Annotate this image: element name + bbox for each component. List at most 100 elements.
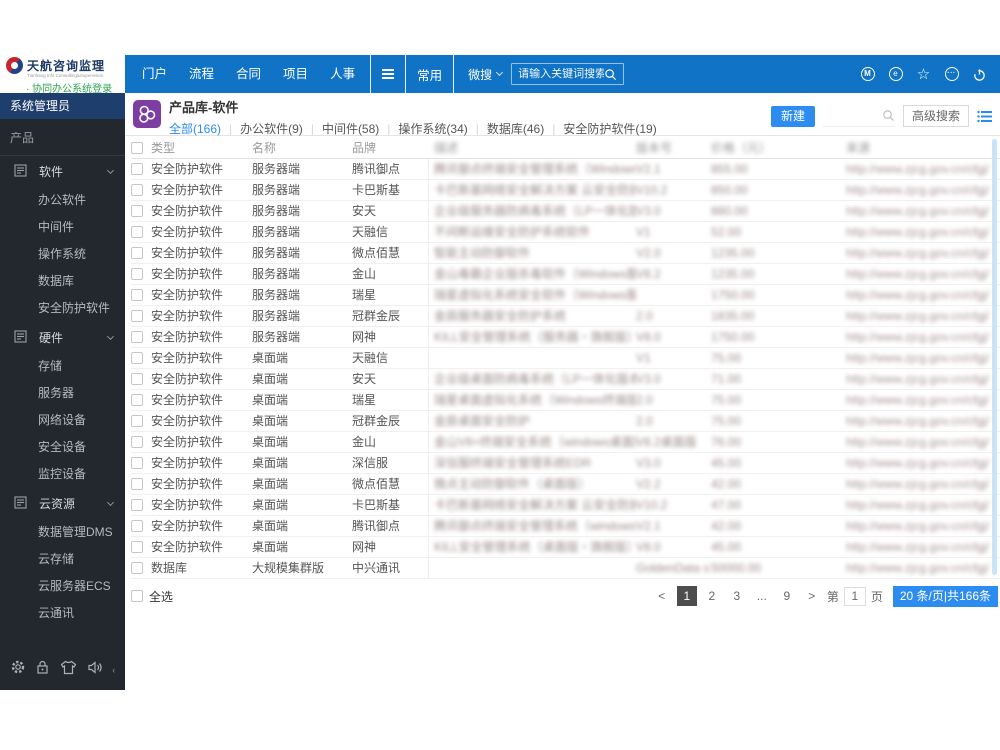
row-checkbox[interactable] (131, 268, 143, 281)
row-checkbox[interactable] (131, 394, 143, 407)
favorite-star-icon[interactable]: ☆ (916, 67, 931, 82)
tab-办公软件(9)[interactable]: 办公软件(9) (240, 120, 303, 137)
tab-全部(166)[interactable]: 全部(166) (169, 120, 221, 137)
row-checkbox[interactable] (131, 289, 143, 302)
table-row[interactable]: 安全防护软件 服务器端 腾讯御点腾讯御点终端安全管理系统（Windows版）V2.1… (131, 158, 1000, 180)
row-checkbox[interactable] (131, 310, 143, 323)
page-size-badge[interactable]: 20 条/页|共166条 (892, 585, 998, 607)
next-page-button[interactable]: > (802, 586, 822, 606)
table-row[interactable]: 安全防护软件 服务器端 金山金山毒霸企业版杀毒软件（Windows服务器版本）V8.… (131, 263, 1000, 285)
table-row[interactable]: 安全防护软件 桌面端 腾讯御点腾讯御点终端安全管理系统（windows版）/ V2.… (131, 515, 1000, 537)
sidebar-item-监控设备[interactable]: 监控设备 (0, 461, 125, 488)
nav-item-项目[interactable]: 项目 (272, 55, 319, 93)
sidebar-group-云资源[interactable]: 云资源 (0, 488, 125, 519)
prev-page-button[interactable]: < (652, 586, 672, 606)
page-button-1[interactable]: 1 (676, 586, 697, 606)
table-scrollbar[interactable] (992, 139, 997, 575)
message-icon[interactable]: e (888, 67, 903, 82)
row-checkbox[interactable] (131, 331, 143, 344)
more-icon[interactable]: ··· (944, 67, 959, 82)
nav-item-流程[interactable]: 流程 (178, 55, 225, 93)
theme-shirt-icon[interactable] (60, 660, 77, 680)
table-row[interactable]: 安全防护软件 桌面端 卡巴斯基卡巴斯基网络安全解决方案 云安全防护（标准版・4万…V… (131, 494, 1000, 516)
table-row[interactable]: 数据库 大规模集群版 中兴通讯 GoldenData s…50000.00 http:/… (131, 557, 1000, 579)
jump-page-input[interactable]: 1 (843, 586, 866, 606)
table-row[interactable]: 安全防护软件 桌面端 微点佰慧 微点主动防御软件（桌面版） V2.2 42.00 http:… (131, 473, 1000, 495)
table-row[interactable]: 安全防护软件 服务器端 卡巴斯基卡巴斯基网络安全解决方案 云安全防护（标准版 5万…… (131, 179, 1000, 201)
lock-icon[interactable] (35, 659, 50, 680)
m-badge-icon[interactable]: M (860, 67, 875, 82)
table-search-box[interactable] (822, 105, 895, 127)
search-icon[interactable] (882, 109, 895, 122)
header-checkbox[interactable] (131, 142, 143, 155)
table-row[interactable]: 安全防护软件 桌面端 深信服 深信服终端安全管理系统EDR V3.0 45.00 http:… (131, 452, 1000, 474)
power-icon[interactable] (972, 67, 987, 82)
tab-中间件(58)[interactable]: 中间件(58) (322, 120, 379, 137)
table-row[interactable]: 安全防护软件 桌面端 金山金山V8+终端安全系统（windows桌面版）/ V2.1… (131, 431, 1000, 453)
row-checkbox[interactable] (131, 373, 143, 386)
row-checkbox[interactable] (131, 163, 143, 176)
advanced-search-button[interactable]: 高级搜索 (902, 105, 969, 127)
page-button-3[interactable]: 3 (727, 586, 747, 606)
gear-icon[interactable] (10, 659, 26, 680)
sidebar-item-云存储[interactable]: 云存储 (0, 546, 125, 573)
page-button-...[interactable]: ... (752, 586, 772, 606)
table-row[interactable]: 安全防护软件 服务器端 微点佰慧 智能主动防御软件 V2.0 1235.00 http://… (131, 242, 1000, 264)
row-checkbox[interactable] (131, 562, 143, 575)
page-button-2[interactable]: 2 (702, 586, 722, 606)
row-checkbox[interactable] (131, 436, 143, 449)
sidebar-item-网络设备[interactable]: 网络设备 (0, 407, 125, 434)
sidebar-item-安全设备[interactable]: 安全设备 (0, 434, 125, 461)
brand-logo-area[interactable]: 天航咨询监理 Tianhang Info Consulting&Supervis… (0, 55, 125, 95)
sidebar-item-办公软件[interactable]: 办公软件 (0, 187, 125, 214)
sidebar-group-硬件[interactable]: 硬件 (0, 322, 125, 353)
tab-数据库(46)[interactable]: 数据库(46) (487, 120, 544, 137)
row-checkbox[interactable] (131, 457, 143, 470)
table-row[interactable]: 安全防护软件 服务器端 网神 KILL安全管理系统（服务器・旗舰版） V8.0 1750.… (131, 326, 1000, 348)
row-checkbox[interactable] (131, 184, 143, 197)
collapse-arrow-icon[interactable]: ‹ (112, 665, 115, 675)
row-checkbox[interactable] (131, 226, 143, 239)
row-checkbox[interactable] (131, 415, 143, 428)
nav-item-门户[interactable]: 门户 (131, 55, 178, 93)
sidebar-item-服务器[interactable]: 服务器 (0, 380, 125, 407)
table-row[interactable]: 安全防护软件 桌面端 天融信 V1 75.00 http://www.zjcg.gov.c… (131, 347, 1000, 369)
tab-pinned[interactable]: 常用 (405, 55, 453, 93)
sidebar-item-安全防护软件[interactable]: 安全防护软件 (0, 295, 125, 322)
sidebar-item-中间件[interactable]: 中间件 (0, 214, 125, 241)
search-icon[interactable] (604, 68, 617, 81)
table-row[interactable]: 安全防护软件 桌面端 瑞星 瑞星桌面虚拟化系统（Windows终端版） 2.0 75.00… (131, 389, 1000, 411)
new-button[interactable]: 新建 (770, 105, 815, 127)
table-row[interactable]: 安全防护软件 服务器端 瑞星瑞星虚拟化系统安全软件（Windows服务器版） 1750… (131, 284, 1000, 306)
row-checkbox[interactable] (131, 499, 143, 512)
sidebar-item-存储[interactable]: 存储 (0, 353, 125, 380)
tab-安全防护软件(19)[interactable]: 安全防护软件(19) (563, 120, 656, 137)
apps-menu-button[interactable] (371, 55, 405, 93)
sidebar-item-数据库[interactable]: 数据库 (0, 268, 125, 295)
row-checkbox[interactable] (131, 541, 143, 554)
row-checkbox[interactable] (131, 478, 143, 491)
row-checkbox[interactable] (131, 205, 143, 218)
table-row[interactable]: 安全防护软件 服务器端 安天企业级服务器防病毒系统（LP一体化版本）支持国产化V3.… (131, 200, 1000, 222)
nav-item-人事[interactable]: 人事 (319, 55, 366, 93)
select-all-checkbox[interactable] (131, 590, 143, 602)
row-checkbox[interactable] (131, 247, 143, 260)
global-search-input[interactable] (518, 68, 605, 80)
table-row[interactable]: 安全防护软件 桌面端 安天企业级桌面防病毒系统（LP一体化版本）支持国产化V3.0 7… (131, 368, 1000, 390)
page-button-9[interactable]: 9 (777, 586, 797, 606)
sidebar-group-软件[interactable]: 软件 (0, 156, 125, 187)
sidebar-item-云通讯[interactable]: 云通讯 (0, 600, 125, 627)
table-row[interactable]: 安全防护软件 桌面端 网神 KILL安全管理系统（桌面版・旗舰版） V8.0 45.00 h… (131, 536, 1000, 558)
table-row[interactable]: 安全防护软件 服务器端 天融信 不间断运维安全防护系统软件 V1 52.00 http://… (131, 221, 1000, 243)
sidebar-item-云服务器ECS[interactable]: 云服务器ECS (0, 573, 125, 600)
row-checkbox[interactable] (131, 520, 143, 533)
nav-item-合同[interactable]: 合同 (225, 55, 272, 93)
table-row[interactable]: 安全防护软件 服务器端 冠群金辰 金辰服务器安全防护系统 2.0 1835.00 http:… (131, 305, 1000, 327)
table-row[interactable]: 安全防护软件 桌面端 冠群金辰 金辰桌面安全防护 2.0 75.00 http://www.… (131, 410, 1000, 432)
sound-icon[interactable] (87, 660, 103, 680)
tab-操作系统(34)[interactable]: 操作系统(34) (398, 120, 467, 137)
sidebar-item-操作系统[interactable]: 操作系统 (0, 241, 125, 268)
search-scope-dropdown[interactable]: 微搜 (468, 66, 504, 83)
sidebar-item-数据管理DMS[interactable]: 数据管理DMS (0, 519, 125, 546)
list-view-icon[interactable] (977, 110, 992, 123)
